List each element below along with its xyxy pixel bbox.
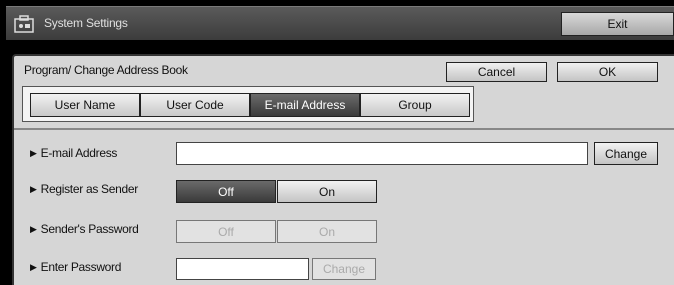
- email-address-label: ▶ E-mail Address: [30, 146, 117, 160]
- system-settings-icon: [14, 15, 34, 33]
- title-bar: System Settings Exit: [0, 0, 674, 46]
- address-book-panel: Program/ Change Address Book Cancel OK U…: [12, 54, 674, 285]
- sender-password-label-text: Sender's Password: [40, 222, 139, 236]
- tab-user-code[interactable]: User Code: [140, 93, 250, 117]
- triangle-right-icon: ▶: [30, 147, 37, 158]
- triangle-right-icon: ▶: [30, 261, 37, 272]
- tab-group[interactable]: Group: [360, 93, 470, 117]
- window-title: System Settings: [44, 16, 128, 30]
- register-sender-label-text: Register as Sender: [40, 182, 139, 196]
- ok-button[interactable]: OK: [557, 62, 658, 82]
- register-sender-label: ▶ Register as Sender: [30, 182, 138, 196]
- panel-title: Program/ Change Address Book: [24, 63, 188, 77]
- tab-email-address[interactable]: E-mail Address: [250, 93, 360, 117]
- enter-password-label: ▶ Enter Password: [30, 260, 121, 274]
- email-address-label-text: E-mail Address: [40, 146, 118, 160]
- cancel-button[interactable]: Cancel: [446, 62, 547, 82]
- tab-user-name[interactable]: User Name: [30, 93, 140, 117]
- email-address-field[interactable]: [176, 142, 588, 165]
- tab-bar: User Name User Code E-mail Address Group: [22, 86, 474, 122]
- title-bar-inner: System Settings Exit: [6, 6, 674, 40]
- register-sender-on-button[interactable]: On: [277, 180, 377, 203]
- sender-password-label: ▶ Sender's Password: [30, 222, 139, 236]
- enter-password-label-text: Enter Password: [40, 260, 122, 274]
- enter-password-change-button[interactable]: Change: [312, 258, 376, 280]
- email-change-button[interactable]: Change: [594, 142, 658, 165]
- triangle-right-icon: ▶: [30, 223, 37, 234]
- triangle-right-icon: ▶: [30, 183, 37, 194]
- sender-password-on-button[interactable]: On: [277, 220, 377, 243]
- register-sender-off-button[interactable]: Off: [176, 180, 276, 203]
- enter-password-field[interactable]: [176, 258, 309, 280]
- sender-password-off-button[interactable]: Off: [176, 220, 276, 243]
- exit-button[interactable]: Exit: [561, 12, 674, 36]
- divider: [14, 128, 674, 130]
